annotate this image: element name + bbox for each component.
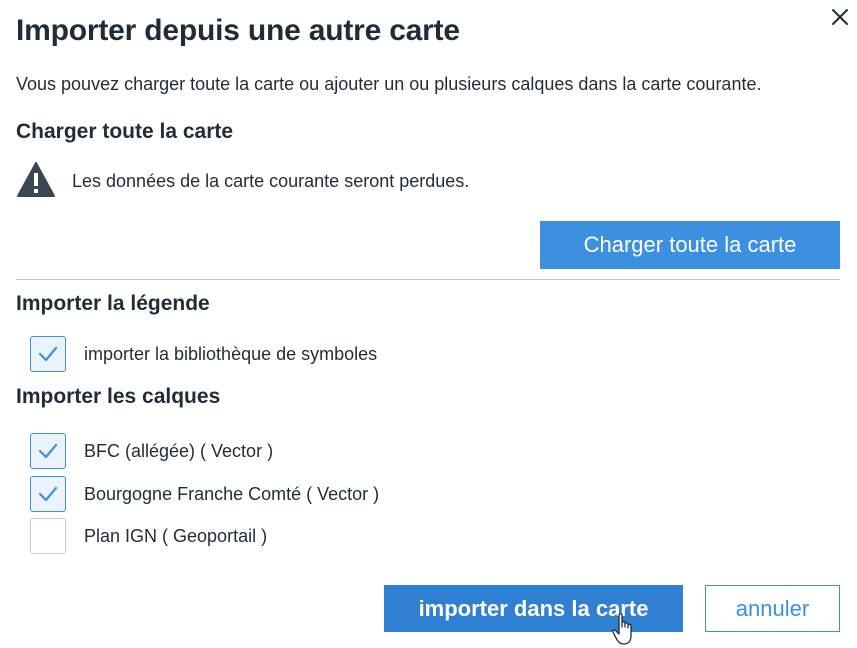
warning-icon [17,162,55,197]
layers-section-heading: Importer les calques [16,385,221,408]
load-section-heading: Charger toute la carte [16,120,234,143]
layer-label: Plan IGN ( Geoportail ) [84,525,268,546]
load-whole-map-button[interactable]: Charger toute la carte [540,221,840,269]
symbol-library-checkbox[interactable] [30,336,66,372]
layer-checkbox[interactable] [30,433,66,469]
layer-option[interactable]: BFC (allégée) ( Vector ) [30,431,273,471]
warning-text: Les données de la carte courante seront … [72,171,470,191]
layer-label: BFC (allégée) ( Vector ) [84,440,274,461]
layer-checkbox[interactable] [30,518,66,554]
symbol-library-option[interactable]: importer la bibliothèque de symboles [30,334,377,374]
import-dialog: Importer depuis une autre carte Vous pou… [0,0,857,647]
close-icon[interactable] [829,6,851,28]
layer-checkbox[interactable] [30,476,66,512]
check-icon [38,346,58,362]
dialog-intro: Vous pouvez charger toute la carte ou aj… [16,74,762,94]
dialog-title: Importer depuis une autre carte [16,14,460,47]
layer-option[interactable]: Plan IGN ( Geoportail ) [30,516,267,556]
cancel-button[interactable]: annuler [705,585,840,632]
section-divider [16,279,840,280]
check-icon [38,486,58,502]
check-icon [38,443,58,459]
layer-option[interactable]: Bourgogne Franche Comté ( Vector ) [30,474,379,514]
legend-section-heading: Importer la légende [16,292,210,315]
import-into-map-button[interactable]: importer dans la carte [384,585,683,632]
layer-label: Bourgogne Franche Comté ( Vector ) [84,483,380,504]
symbol-library-label: importer la bibliothèque de symboles [84,343,378,364]
